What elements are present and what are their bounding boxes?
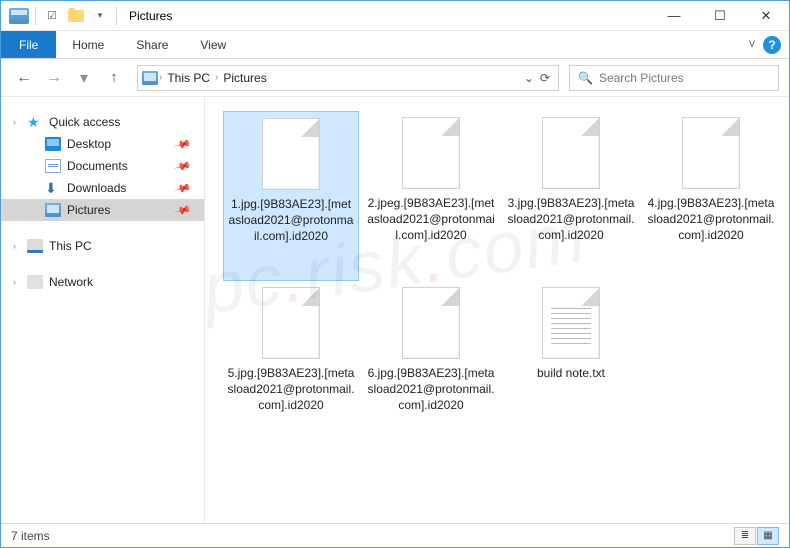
desktop-icon bbox=[45, 137, 61, 151]
file-name: 3.jpg.[9B83AE23].[metasload2021@protonma… bbox=[503, 195, 639, 244]
titlebar: ☑ ▾ Pictures — ☐ ✕ bbox=[1, 1, 789, 31]
text-file-icon bbox=[542, 287, 600, 359]
file-name: 5.jpg.[9B83AE23].[metasload2021@protonma… bbox=[223, 365, 359, 414]
navbar: ← → ▾ ↑ › This PC › Pictures ⌄ ⟳ 🔍 Searc… bbox=[1, 59, 789, 97]
crumb-thispc[interactable]: This PC bbox=[163, 71, 214, 85]
pin-icon: 📌 bbox=[174, 157, 192, 175]
blank-file-icon bbox=[262, 287, 320, 359]
search-input[interactable]: 🔍 Search Pictures bbox=[569, 65, 779, 91]
file-item[interactable]: 5.jpg.[9B83AE23].[metasload2021@protonma… bbox=[223, 281, 359, 451]
ribbon-right: ᐯ ? bbox=[749, 31, 789, 58]
file-item[interactable]: build note.txt bbox=[503, 281, 639, 451]
minimize-button[interactable]: — bbox=[651, 1, 697, 31]
location-icon bbox=[142, 71, 158, 85]
sidebar-item-thispc[interactable]: › This PC bbox=[1, 235, 204, 257]
maximize-button[interactable]: ☐ bbox=[697, 1, 743, 31]
qat-properties-icon[interactable]: ☑ bbox=[42, 6, 62, 26]
sidebar-item-downloads[interactable]: ⬇ Downloads 📌 bbox=[1, 177, 204, 199]
search-placeholder: Search Pictures bbox=[599, 71, 684, 85]
up-button[interactable]: ↑ bbox=[101, 65, 127, 91]
pin-icon: 📌 bbox=[174, 179, 192, 197]
status-count: 7 items bbox=[11, 529, 50, 543]
app-icon bbox=[9, 8, 29, 24]
sidebar-item-pictures[interactable]: Pictures 📌 bbox=[1, 199, 204, 221]
sidebar-label: Pictures bbox=[67, 203, 110, 217]
blank-file-icon bbox=[542, 117, 600, 189]
blank-file-icon bbox=[682, 117, 740, 189]
help-icon[interactable]: ? bbox=[763, 36, 781, 54]
address-controls: ⌄ ⟳ bbox=[524, 71, 554, 85]
address-dropdown-icon[interactable]: ⌄ bbox=[524, 71, 534, 85]
sidebar-label: Downloads bbox=[67, 181, 126, 195]
file-item[interactable]: 3.jpg.[9B83AE23].[metasload2021@protonma… bbox=[503, 111, 639, 281]
back-button[interactable]: ← bbox=[11, 65, 37, 91]
blank-file-icon bbox=[402, 117, 460, 189]
file-item[interactable]: 2.jpeg.[9B83AE23].[metasload2021@protonm… bbox=[363, 111, 499, 281]
sidebar-label: Documents bbox=[67, 159, 128, 173]
details-view-button[interactable]: ≣ bbox=[734, 527, 756, 545]
history-dropdown-icon[interactable]: ▾ bbox=[71, 65, 97, 91]
blank-file-icon bbox=[402, 287, 460, 359]
pin-icon: 📌 bbox=[174, 135, 192, 153]
ribbon-expand-icon[interactable]: ᐯ bbox=[749, 39, 755, 50]
window-controls: — ☐ ✕ bbox=[651, 1, 789, 31]
file-item[interactable]: 4.jpg.[9B83AE23].[metasload2021@protonma… bbox=[643, 111, 779, 281]
thispc-icon bbox=[27, 239, 43, 253]
tab-share[interactable]: Share bbox=[120, 31, 184, 58]
sidebar-item-documents[interactable]: Documents 📌 bbox=[1, 155, 204, 177]
forward-button[interactable]: → bbox=[41, 65, 67, 91]
ribbon: File Home Share View ᐯ ? bbox=[1, 31, 789, 59]
sidebar-quick-access[interactable]: › ★ Quick access bbox=[1, 111, 204, 133]
qat-newfolder-icon[interactable] bbox=[66, 6, 86, 26]
sidebar-label: Quick access bbox=[49, 115, 120, 129]
file-name: build note.txt bbox=[533, 365, 609, 381]
chevron-icon: › bbox=[13, 277, 16, 287]
blank-file-icon bbox=[262, 118, 320, 190]
file-name: 1.jpg.[9B83AE23].[metasload2021@protonma… bbox=[224, 196, 358, 245]
file-name: 2.jpeg.[9B83AE23].[metasload2021@protonm… bbox=[363, 195, 499, 244]
chevron-icon: › bbox=[13, 117, 16, 127]
network-icon bbox=[27, 275, 43, 289]
qat-customize-icon[interactable]: ▾ bbox=[90, 6, 110, 26]
view-switcher: ≣ ▦ bbox=[734, 527, 779, 545]
file-item[interactable]: 1.jpg.[9B83AE23].[metasload2021@protonma… bbox=[223, 111, 359, 281]
file-tab[interactable]: File bbox=[1, 31, 56, 58]
sidebar-item-desktop[interactable]: Desktop 📌 bbox=[1, 133, 204, 155]
close-button[interactable]: ✕ bbox=[743, 1, 789, 31]
sidebar-label: This PC bbox=[49, 239, 92, 253]
icons-view-button[interactable]: ▦ bbox=[757, 527, 779, 545]
titlebar-left: ☑ ▾ Pictures bbox=[1, 6, 172, 26]
star-icon: ★ bbox=[27, 115, 43, 129]
documents-icon bbox=[45, 159, 61, 173]
chevron-icon: › bbox=[13, 241, 16, 251]
qat-separator bbox=[35, 7, 36, 25]
pictures-icon bbox=[45, 203, 61, 217]
refresh-icon[interactable]: ⟳ bbox=[540, 71, 550, 85]
sidebar-label: Network bbox=[49, 275, 93, 289]
search-icon: 🔍 bbox=[578, 71, 593, 85]
file-item[interactable]: 6.jpg.[9B83AE23].[metasload2021@protonma… bbox=[363, 281, 499, 451]
downloads-icon: ⬇ bbox=[45, 181, 61, 195]
crumb-pictures[interactable]: Pictures bbox=[219, 71, 270, 85]
address-bar[interactable]: › This PC › Pictures ⌄ ⟳ bbox=[137, 65, 559, 91]
file-name: 4.jpg.[9B83AE23].[metasload2021@protonma… bbox=[643, 195, 779, 244]
tab-home[interactable]: Home bbox=[56, 31, 120, 58]
file-name: 6.jpg.[9B83AE23].[metasload2021@protonma… bbox=[363, 365, 499, 414]
title-text: Pictures bbox=[129, 9, 172, 23]
file-grid[interactable]: 1.jpg.[9B83AE23].[metasload2021@protonma… bbox=[205, 97, 789, 525]
sidebar-label: Desktop bbox=[67, 137, 111, 151]
tab-view[interactable]: View bbox=[184, 31, 242, 58]
sidebar-item-network[interactable]: › Network bbox=[1, 271, 204, 293]
qat-separator-2 bbox=[116, 7, 117, 25]
pin-icon: 📌 bbox=[174, 201, 192, 219]
statusbar: 7 items ≣ ▦ bbox=[1, 523, 789, 547]
sidebar: › ★ Quick access Desktop 📌 Documents 📌 ⬇… bbox=[1, 97, 205, 525]
content: › ★ Quick access Desktop 📌 Documents 📌 ⬇… bbox=[1, 97, 789, 525]
